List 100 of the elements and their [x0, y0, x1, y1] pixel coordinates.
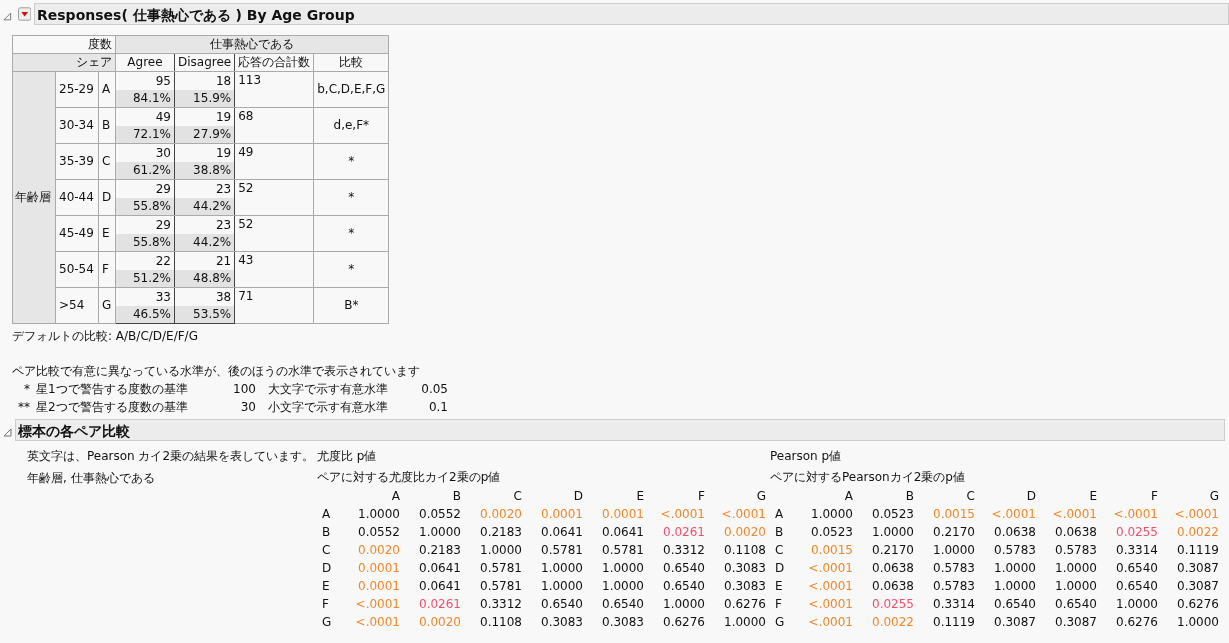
p-value-cell-text: 0.0022 — [871, 614, 914, 631]
row-label: G — [774, 614, 786, 631]
p-value-cell-text: 0.6540 — [662, 560, 705, 577]
section-title: 標本の各ペア比較 — [15, 419, 1225, 441]
row-label: E — [98, 215, 116, 252]
p-value-cell-text: 1.0000 — [662, 596, 705, 613]
p-value-cell-text: <.0001 — [354, 596, 400, 613]
p-value-cell-text: 1.0000 — [601, 578, 644, 595]
p-value-cell-text: 1.0000 — [1054, 578, 1097, 595]
p-value-cell-text: 0.6540 — [662, 578, 705, 595]
p-value-cell-text: 0.0552 — [418, 506, 461, 523]
p-value-cell-text: 0.6540 — [540, 596, 583, 613]
p-value-cell-text: 0.5781 — [540, 542, 583, 559]
table-cell: 43 — [234, 251, 314, 288]
table-subtitle: ペアに対するPearsonカイ2乗のp値 — [770, 469, 966, 486]
p-value-cell-text: 0.1108 — [723, 542, 766, 559]
p-value-cell-text: 0.3083 — [601, 614, 644, 631]
p-value-cell-text: 0.5783 — [932, 560, 975, 577]
table-cell: * — [313, 143, 389, 180]
table-cell-text: 22 — [154, 253, 172, 270]
table-cell: 27.9% — [175, 126, 235, 143]
p-value-cell-text: 1.0000 — [1176, 614, 1219, 631]
p-value-cell-text: 0.3083 — [540, 614, 583, 631]
default-comparison-text: デフォルトの比較: A/B/C/D/E/F/G — [12, 328, 199, 345]
table-cell: 55.8% — [116, 198, 174, 215]
p-value-cell-text: 1.0000 — [540, 578, 583, 595]
p-value-cell-text: 0.3083 — [723, 578, 766, 595]
row-header: 年齢層 — [12, 71, 56, 324]
p-value-cell-text: 1.0000 — [993, 560, 1036, 577]
legend-value: 30 — [239, 399, 257, 416]
p-value-cell-text: 0.0638 — [871, 578, 914, 595]
column-header: A — [843, 488, 853, 505]
p-value-cell-text: 0.0641 — [418, 578, 461, 595]
header-cell: シェア — [12, 53, 116, 72]
column-header: E — [1088, 488, 1097, 505]
table-cell-text: 38 — [214, 289, 233, 306]
legend-label: 星1つで警告する度数の基準 — [36, 381, 189, 398]
p-value-cell-text: 0.0523 — [810, 524, 853, 541]
p-value-cell-text: 0.6540 — [1054, 596, 1097, 613]
p-value-cell-text: <.0001 — [807, 614, 853, 631]
table-cell: 61.2% — [116, 162, 174, 179]
p-value-cell-text: 1.0000 — [357, 506, 400, 523]
p-value-cell-text: <.0001 — [1051, 506, 1097, 523]
p-value-cell-text: <.0001 — [659, 506, 705, 523]
disclosure-triangle-icon[interactable] — [3, 11, 12, 21]
p-value-cell-text: 0.0641 — [601, 524, 644, 541]
row-label: B — [774, 524, 785, 541]
p-value-cell-text: 0.1119 — [1176, 542, 1219, 559]
row-label: F — [321, 596, 330, 613]
row-label: G — [98, 287, 116, 324]
p-value-cell-text: <.0001 — [354, 614, 400, 631]
table-cell: 113 — [234, 71, 314, 108]
p-value-cell-text: 0.0638 — [1054, 524, 1097, 541]
row-label: E — [321, 578, 331, 595]
table-cell-text: 95 — [154, 73, 172, 90]
p-value-cell-text: 0.6276 — [1115, 614, 1158, 631]
p-value-cell-text: 0.5783 — [1054, 542, 1097, 559]
table-cell-text: 33 — [154, 289, 172, 306]
p-value-cell-text: 0.0001 — [357, 578, 400, 595]
p-value-cell-text: 0.6540 — [1115, 560, 1158, 577]
column-header: E — [635, 488, 644, 505]
p-value-cell-text: 0.6540 — [601, 596, 644, 613]
dropdown-menu-icon[interactable] — [17, 7, 31, 21]
row-label: 40-44 — [55, 179, 99, 216]
table-cell-text: 19 — [214, 145, 233, 162]
p-value-cell-text: 0.6540 — [1115, 578, 1158, 595]
row-label: A — [774, 506, 785, 523]
row-label: C — [321, 542, 332, 559]
table-cell: 53.5% — [175, 306, 235, 323]
table-cell-text: 21 — [214, 253, 233, 270]
column-header: G — [755, 488, 766, 505]
table-cell-text: 23 — [214, 217, 233, 234]
table-cell: b,C,D,E,F,G — [313, 71, 389, 108]
table-cell: 51.2% — [116, 270, 174, 287]
row-label: A — [98, 71, 116, 108]
legend-value: 0.05 — [420, 381, 448, 398]
legend-mark: ** — [17, 399, 31, 416]
table-cell: 44.2% — [175, 234, 235, 251]
p-value-cell-text: 0.5781 — [601, 542, 644, 559]
table-cell: 52 — [234, 215, 314, 252]
p-value-cell-text: <.0001 — [807, 578, 853, 595]
table-cell: 52 — [234, 179, 314, 216]
disclosure-triangle-icon[interactable] — [3, 427, 12, 437]
table-cell: 84.1% — [116, 90, 174, 107]
p-value-cell-text: 0.0638 — [993, 524, 1036, 541]
p-value-cell-text: 0.0552 — [357, 524, 400, 541]
p-value-cell-text: <.0001 — [807, 596, 853, 613]
p-value-cell-text: <.0001 — [1173, 506, 1219, 523]
p-value-cell-text: 1.0000 — [871, 524, 914, 541]
p-value-cell-text: 0.2170 — [932, 524, 975, 541]
column-header: D — [1025, 488, 1036, 505]
row-label: G — [321, 614, 333, 631]
p-value-cell-text: 0.5783 — [932, 578, 975, 595]
p-value-cell-text: 1.0000 — [932, 542, 975, 559]
p-value-cell-text: <.0001 — [807, 560, 853, 577]
table-cell: 44.2% — [175, 198, 235, 215]
p-value-cell-text: 1.0000 — [1054, 560, 1097, 577]
legend-label: 小文字で示す有意水準 — [268, 399, 389, 416]
p-value-cell-text: 0.0638 — [871, 560, 914, 577]
p-value-cell-text: 0.0001 — [601, 506, 644, 523]
